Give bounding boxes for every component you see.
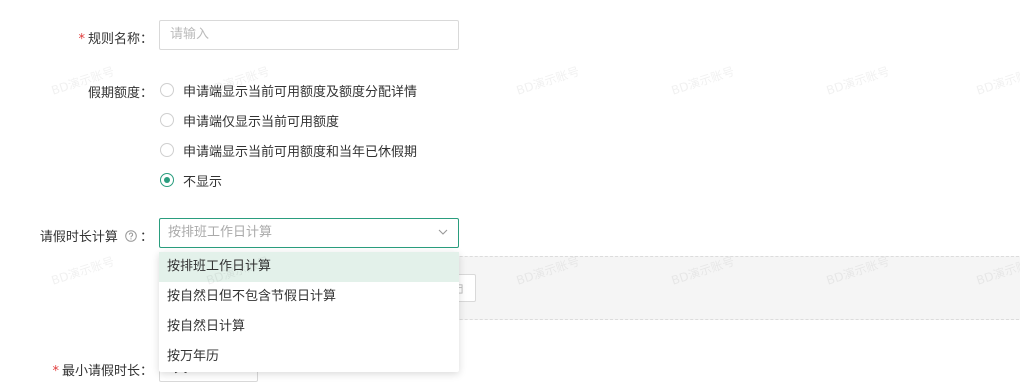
chevron-down-icon [438, 229, 448, 235]
radio-label: 申请端显示当前可用额度及额度分配详情 [183, 84, 418, 100]
watermark-text: BD演示账号 [514, 64, 582, 98]
rule-name-input[interactable]: 请输入 [159, 20, 459, 50]
quota-radio-option[interactable]: 申请端显示当前可用额度及额度分配详情 [160, 81, 418, 100]
dropdown-option[interactable]: 按自然日但不包含节假日计算 [159, 282, 459, 312]
dropdown-option[interactable]: 按自然日计算 [159, 312, 459, 342]
duration-calc-label: 请假时长计算 ： [0, 226, 153, 245]
watermark-text: BD演示账号 [669, 64, 737, 98]
radio-label: 不显示 [183, 174, 223, 190]
dropdown-option[interactable]: 按万年历 [159, 342, 459, 372]
quota-label-text: 假期额度： [87, 86, 153, 101]
duration-calc-selected-value: 按排班工作日计算 [168, 225, 273, 240]
rule-name-placeholder: 请输入 [170, 27, 210, 42]
watermark-text: BD演示账号 [974, 64, 1020, 98]
min-duration-label: * 最小请假时长： [0, 360, 153, 379]
radio-label: 申请端仅显示当前可用额度 [183, 114, 340, 130]
duration-calc-dropdown: 按排班工作日计算 按自然日但不包含节假日计算 按自然日计算 按万年历 [159, 252, 459, 372]
radio-button[interactable] [160, 173, 174, 187]
min-duration-label-text: 最小请假时长： [61, 364, 153, 379]
watermark-text: BD演示账号 [824, 64, 892, 98]
watermark-text: BD演示账号 [49, 254, 117, 288]
radio-button[interactable] [160, 143, 174, 157]
radio-button[interactable] [160, 113, 174, 127]
radio-label: 申请端显示当前可用额度和当年已休假期 [183, 144, 418, 160]
duration-calc-label-text: 请假时长计算 [39, 230, 118, 245]
dropdown-option[interactable]: 按排班工作日计算 [159, 252, 459, 282]
question-circle-icon[interactable] [125, 230, 137, 242]
rule-name-label: * 规则名称： [0, 28, 153, 47]
quota-label: 假期额度： [0, 82, 153, 101]
rule-name-label-text: 规则名称： [87, 32, 153, 47]
quota-radio-option[interactable]: 申请端显示当前可用额度和当年已休假期 [160, 141, 418, 160]
radio-button[interactable] [160, 83, 174, 97]
quota-radio-option[interactable]: 申请端仅显示当前可用额度 [160, 111, 340, 130]
duration-calc-select[interactable]: 按排班工作日计算 [159, 218, 459, 248]
required-asterisk: * [78, 32, 85, 47]
quota-radio-option[interactable]: 不显示 [160, 171, 223, 190]
duration-calc-colon: ： [139, 230, 153, 245]
required-asterisk: * [52, 364, 59, 379]
